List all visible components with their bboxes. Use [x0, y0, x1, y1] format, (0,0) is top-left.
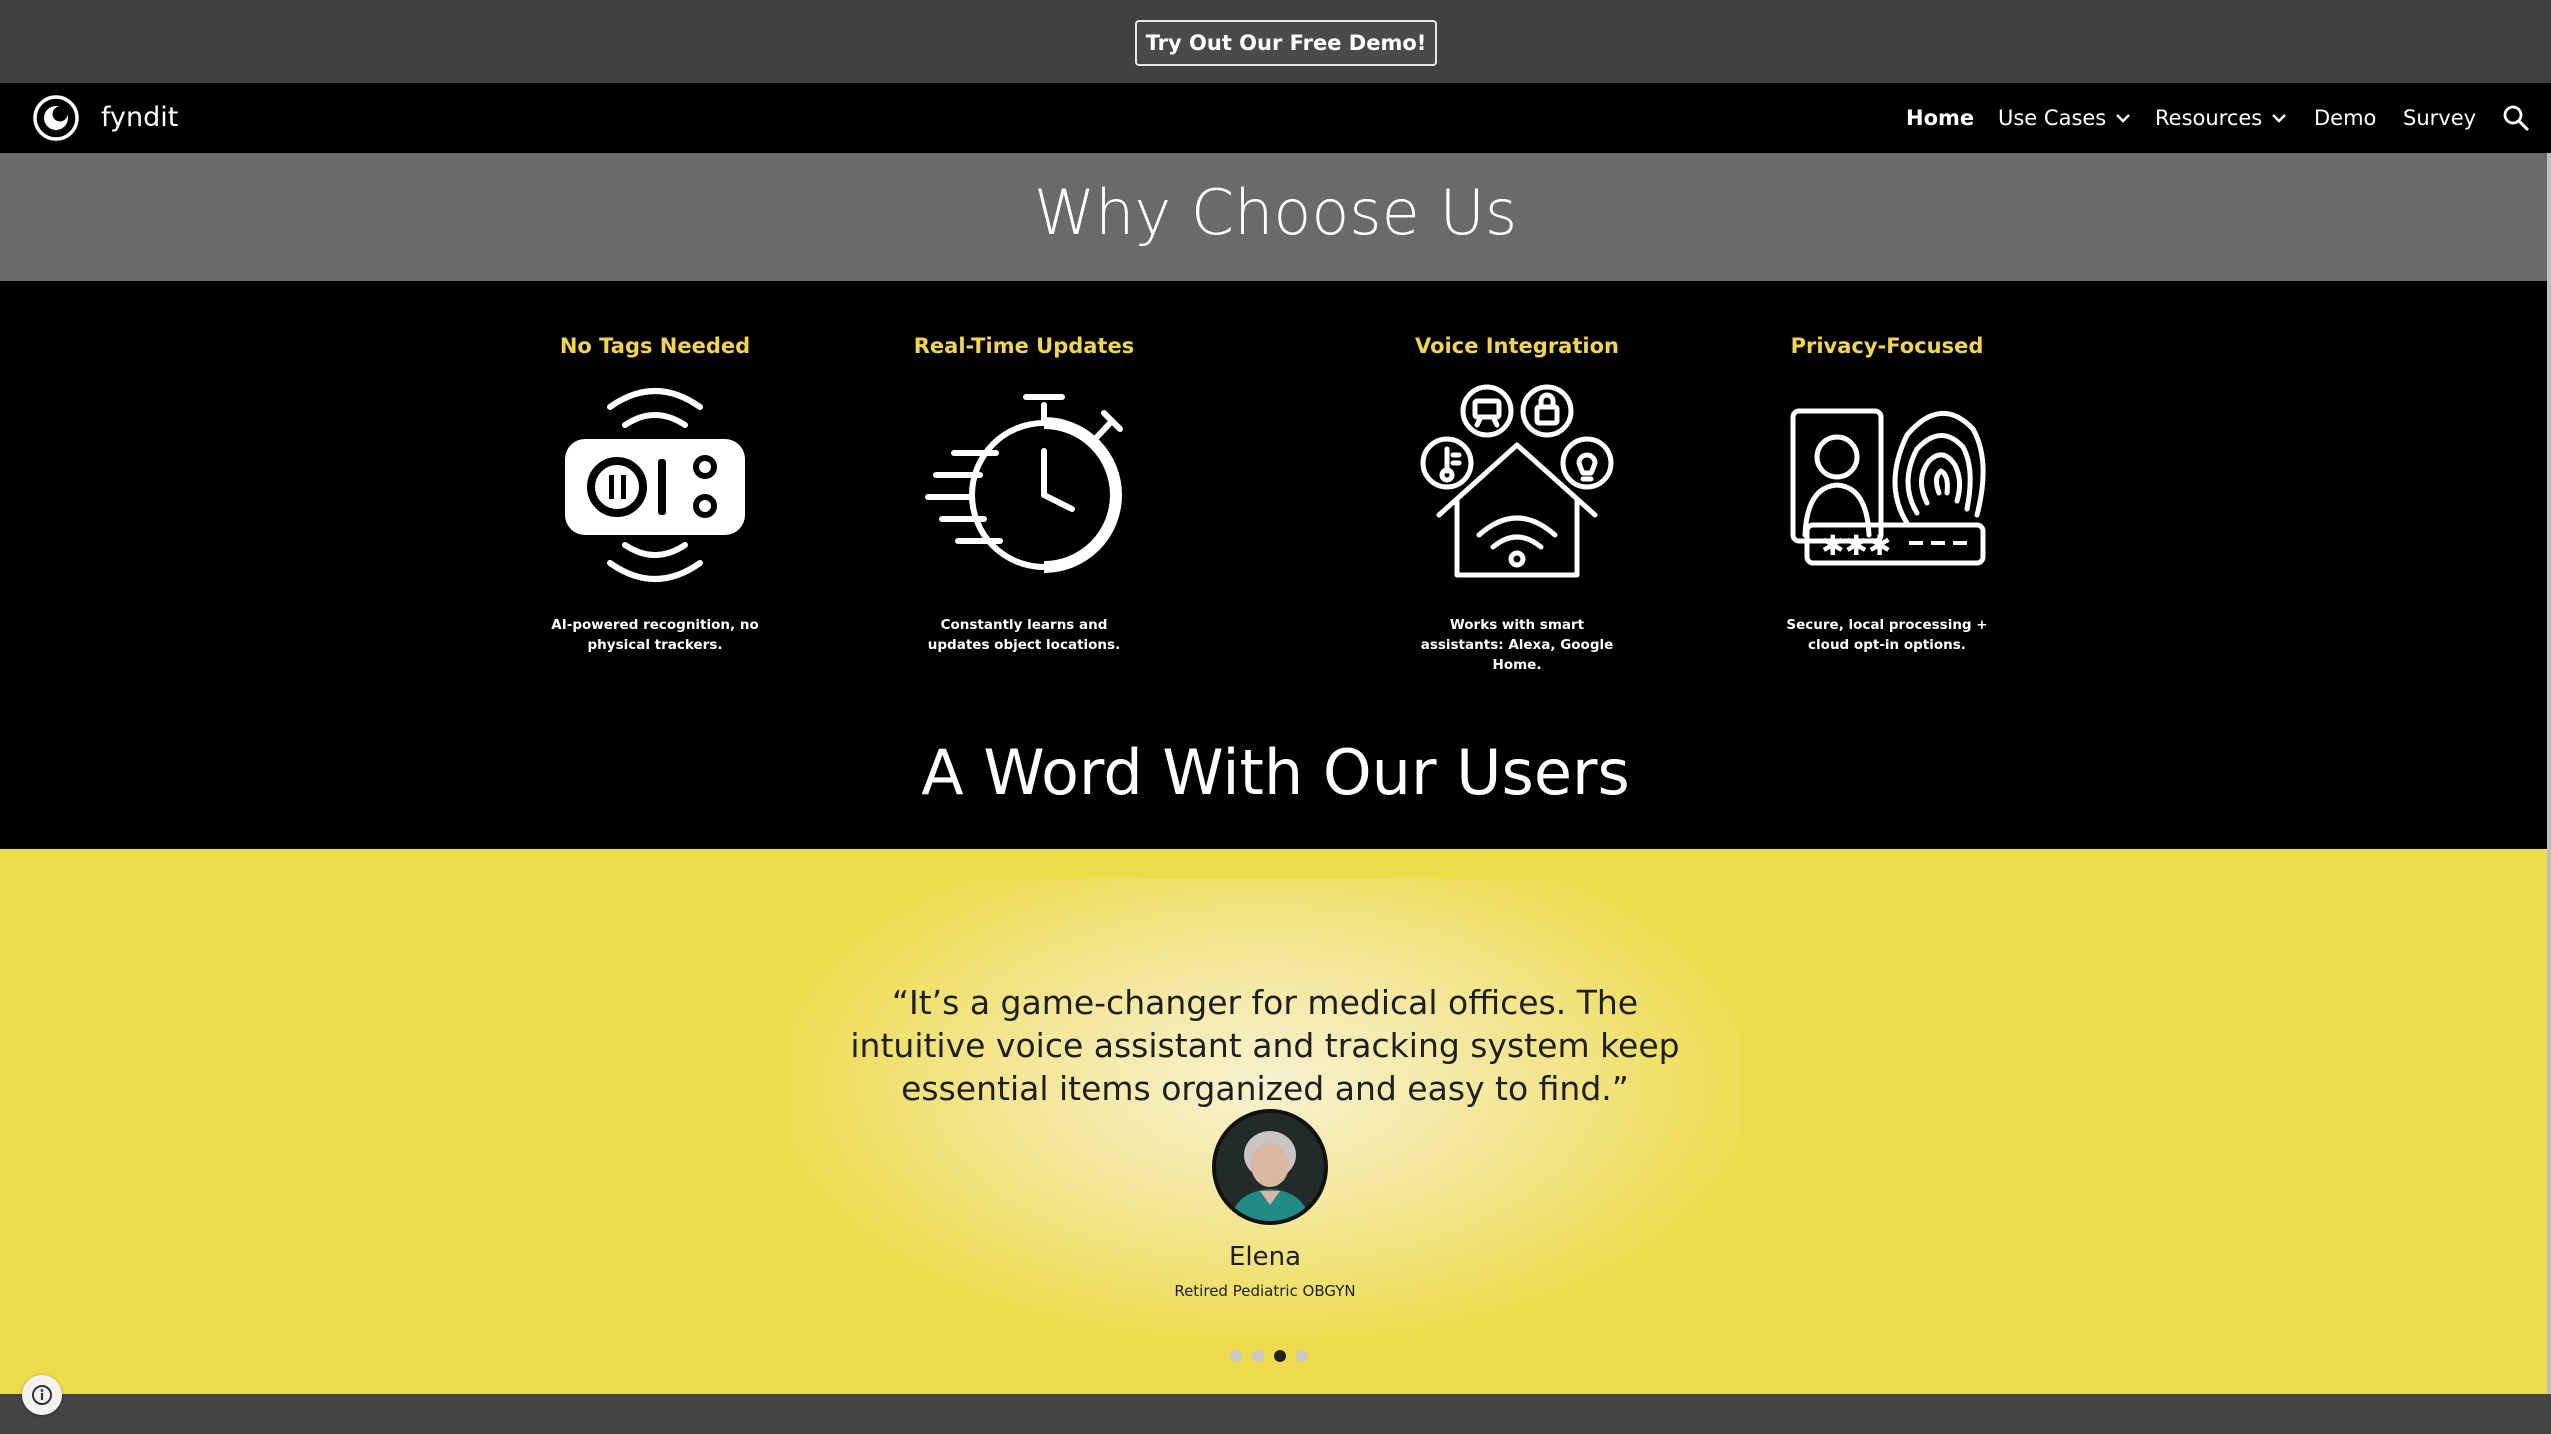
testimonial-name: Elena — [1228, 1242, 1302, 1272]
scanner-icon — [565, 388, 745, 582]
feature-title: Privacy-Focused — [1790, 334, 1984, 358]
top-nav: fyndit Home Use Cases Resources Demo Sur… — [0, 83, 2551, 153]
testimonial-quote: “It’s a game-changer for medical offices… — [850, 983, 1680, 1108]
why-choose-us-title: Why Choose Us — [1033, 176, 1518, 249]
site-info-button[interactable] — [22, 1375, 62, 1415]
nav-use-cases-label: Use Cases — [1998, 106, 2107, 130]
testimonial-role: Retired Pediatric OBGYN — [1174, 1282, 1356, 1300]
why-choose-us-band: Why Choose Us — [0, 153, 2551, 281]
nav-resources-label: Resources — [2155, 106, 2263, 130]
feature-title: Voice Integration — [1415, 334, 1619, 358]
testimonial-section: “It’s a game-changer for medical offices… — [0, 849, 2551, 1394]
nav-demo-label: Demo — [2314, 106, 2377, 130]
feature-title: Real-Time Updates — [913, 334, 1135, 358]
svg-text:✱✱✱: ✱✱✱ — [1821, 529, 1891, 562]
carousel-dot[interactable] — [1230, 1350, 1242, 1362]
feature-privacy: Privacy-Focused ✱✱✱ Secure, local proces… — [1727, 331, 2047, 655]
nav-home-label: Home — [1906, 106, 1975, 130]
features-section: No Tags Needed AI-powered recognition, n… — [0, 281, 2551, 849]
feature-description: Works with smart assistants: Alexa, Goog… — [1420, 617, 1614, 673]
carousel-dot[interactable] — [1296, 1350, 1308, 1362]
feature-description: AI-powered recognition, no physical trac… — [551, 617, 759, 653]
nav-use-cases[interactable]: Use Cases — [1998, 102, 2132, 134]
feature-no-tags: No Tags Needed AI-powered recognition, n… — [495, 331, 815, 655]
carousel-dots — [1230, 1350, 1308, 1362]
nav-home[interactable]: Home — [1906, 102, 1974, 134]
chevron-down-icon — [2116, 114, 2131, 123]
stopwatch-icon — [925, 394, 1123, 573]
avatar-portrait — [1216, 1113, 1324, 1221]
fingerprint-icon: ✱✱✱ — [1790, 408, 1986, 566]
free-demo-button[interactable]: Try Out Our Free Demo! — [1135, 20, 1437, 66]
avatar — [1212, 1109, 1328, 1225]
feature-description: Secure, local processing + cloud opt-in … — [1786, 617, 1988, 653]
scrollbar[interactable] — [2547, 153, 2551, 1394]
nav-demo[interactable]: Demo — [2314, 102, 2376, 134]
feature-title: No Tags Needed — [559, 334, 751, 358]
feature-voice: Voice Integration Works with smart assis… — [1357, 331, 1677, 675]
nav-survey[interactable]: Survey — [2403, 102, 2476, 134]
footer-band — [0, 1394, 2551, 1434]
carousel-dot-active[interactable] — [1274, 1350, 1286, 1362]
announcement-bar: Try Out Our Free Demo! — [0, 0, 2551, 83]
brand-name[interactable]: fyndit — [101, 100, 178, 136]
feature-real-time: Real-Time Updates Constantly learns and … — [864, 331, 1184, 655]
search-icon[interactable] — [2501, 103, 2531, 133]
info-icon — [32, 1385, 52, 1405]
users-section-title: A Word With Our Users — [921, 736, 1630, 809]
chevron-down-icon — [2272, 114, 2287, 123]
feature-description: Constantly learns and updates object loc… — [927, 617, 1121, 653]
carousel-dot[interactable] — [1252, 1350, 1264, 1362]
testimonial-card[interactable]: “It’s a game-changer for medical offices… — [790, 879, 1740, 1336]
nav-resources[interactable]: Resources — [2155, 102, 2288, 134]
fyndit-logo-icon[interactable] — [33, 95, 79, 141]
nav-survey-label: Survey — [2403, 106, 2477, 130]
smart-home-icon — [1420, 384, 1614, 578]
